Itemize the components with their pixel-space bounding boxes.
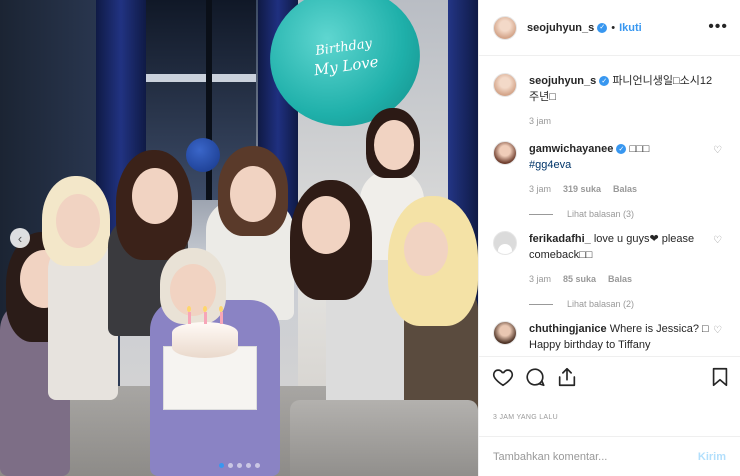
comment-time[interactable]: 3 jam	[529, 181, 551, 197]
comment-username[interactable]: chuthingjanice	[529, 323, 607, 335]
caption-body: seojuhyun_s ✓ 파니언니생일□소시12주년□ 3 jam	[529, 73, 719, 129]
photo-balloon-small	[186, 138, 220, 172]
add-comment-bar: Kirim	[479, 436, 740, 476]
candle	[220, 312, 223, 324]
view-replies-button[interactable]: Lihat balasan (3)	[529, 209, 726, 219]
comment-time[interactable]: 3 jam	[529, 271, 551, 287]
photo-window-light	[146, 74, 256, 82]
candle	[204, 312, 207, 324]
comment-username[interactable]: gamwichayanee	[529, 143, 613, 155]
post-header: seojuhyun_s ✓ • Ikuti •••	[479, 0, 740, 56]
avatar[interactable]	[493, 231, 517, 255]
view-replies-button[interactable]: Lihat balasan (2)	[529, 299, 726, 309]
comment: chuthingjanice Where is Jessica? □ Happy…	[493, 321, 726, 353]
heart-icon[interactable]: ♡	[713, 325, 722, 336]
reply-button[interactable]: Balas	[613, 181, 637, 197]
verified-badge-icon: ✓	[616, 144, 627, 155]
view-replies-label: Lihat balasan (3)	[567, 209, 635, 219]
post-root: Birthday My Love ‹ seojuhyun_s ✓ • Ikuti…	[0, 0, 740, 476]
avatar[interactable]	[493, 321, 517, 345]
avatar[interactable]	[493, 73, 517, 97]
heart-icon[interactable]: ♡	[713, 145, 722, 156]
comment-meta: 3 jam 319 suka Balas	[529, 181, 719, 197]
heart-icon[interactable]: ♡	[713, 235, 722, 246]
candle	[188, 312, 191, 324]
avatar[interactable]	[493, 15, 517, 40]
header-separator: •	[611, 21, 616, 34]
candle-flame	[219, 306, 223, 312]
caption-username[interactable]: seojuhyun_s	[529, 75, 596, 87]
comment: gamwichayanee ✓ □□□ #gg4eva 3 jam 319 suk…	[493, 141, 726, 197]
view-replies-label: Lihat balasan (2)	[567, 299, 635, 309]
carousel-dot	[236, 463, 242, 468]
post-actions	[479, 356, 740, 396]
comment-input[interactable]	[493, 450, 698, 463]
avatar[interactable]	[493, 141, 517, 165]
carousel-dot	[218, 463, 224, 468]
post-comment-button[interactable]: Kirim	[698, 451, 726, 463]
comment-likes[interactable]: 319 suka	[563, 181, 601, 197]
bookmark-icon	[712, 367, 728, 386]
comment-username[interactable]: ferikadafhi_	[529, 233, 591, 245]
chevron-left-icon: ‹	[17, 230, 23, 246]
comment: ferikadafhi_ love u guys❤ please comebac…	[493, 231, 726, 287]
birthday-cake	[172, 322, 238, 358]
comment-text: □□□	[629, 143, 650, 155]
comment-hashtag[interactable]: #gg4eva	[529, 159, 571, 171]
header-username[interactable]: seojuhyun_s	[527, 22, 594, 34]
caption-time[interactable]: 3 jam	[529, 113, 551, 129]
carousel-dot	[245, 463, 251, 468]
reply-button[interactable]: Balas	[608, 271, 632, 287]
share-icon	[558, 367, 576, 386]
replies-divider	[529, 303, 553, 305]
like-button[interactable]	[491, 365, 515, 389]
caption-meta: 3 jam	[529, 113, 719, 129]
carousel-indicator	[0, 463, 478, 468]
verified-badge-icon: ✓	[597, 22, 608, 33]
post-sidebar: seojuhyun_s ✓ • Ikuti ••• seojuhyun_s ✓ 파…	[478, 0, 740, 476]
caption: seojuhyun_s ✓ 파니언니생일□소시12주년□ 3 jam	[493, 73, 726, 129]
comment-meta: 3 jam 85 suka Balas	[529, 271, 719, 287]
comment-body: gamwichayanee ✓ □□□ #gg4eva 3 jam 319 suk…	[529, 141, 719, 197]
candle-flame	[187, 306, 191, 312]
more-options-icon[interactable]: •••	[708, 18, 728, 36]
heart-icon	[492, 368, 514, 386]
post-timestamp[interactable]: 3 JAM YANG LALU	[493, 414, 558, 421]
carousel-dot	[254, 463, 260, 468]
share-button[interactable]	[555, 365, 579, 389]
comment-body: ferikadafhi_ love u guys❤ please comebac…	[529, 231, 719, 287]
follow-button[interactable]: Ikuti	[619, 22, 642, 34]
comment-likes[interactable]: 85 suka	[563, 271, 596, 287]
comments-list[interactable]: seojuhyun_s ✓ 파니언니생일□소시12주년□ 3 jam gamwic…	[479, 57, 740, 354]
default-avatar-icon	[498, 244, 512, 254]
carousel-prev-button[interactable]: ‹	[10, 228, 30, 248]
verified-badge-icon: ✓	[599, 76, 610, 87]
post-photo[interactable]: Birthday My Love ‹	[0, 0, 478, 476]
candle-flame	[203, 306, 207, 312]
comment-button[interactable]	[523, 365, 547, 389]
carousel-dot	[227, 463, 233, 468]
comment-icon	[526, 367, 545, 386]
replies-divider	[529, 213, 553, 215]
save-button[interactable]	[708, 365, 732, 389]
comment-body: chuthingjanice Where is Jessica? □ Happy…	[529, 321, 719, 353]
